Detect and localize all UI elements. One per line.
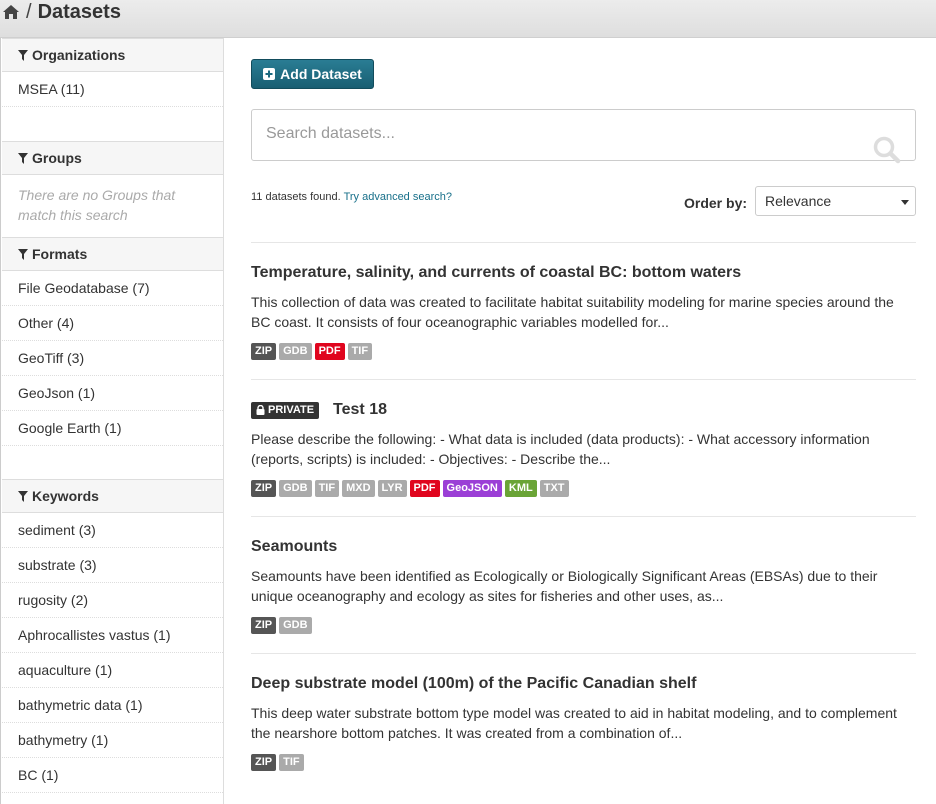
facet-title: Formats [32, 246, 88, 262]
lock-icon [256, 405, 265, 415]
facet-keywords: Keywords sediment (3) substrate (3) rugo… [2, 479, 223, 793]
dataset-item: Deep substrate model (100m) of the Pacif… [251, 653, 916, 790]
private-badge: PRIVATE [251, 401, 320, 419]
facet-groups: Groups There are no Groups that match th… [2, 141, 223, 237]
format-badge[interactable]: GDB [279, 480, 312, 497]
facet-item-aphrocallistes-vastus[interactable]: Aphrocallistes vastus (1) [2, 618, 223, 653]
dataset-title-row: Seamounts [251, 538, 337, 556]
dataset-title[interactable]: Temperature, salinity, and currents of c… [251, 264, 741, 282]
facet-item-other[interactable]: Other (4) [2, 306, 223, 341]
format-badge[interactable]: PDF [409, 480, 440, 497]
facet-item-geotiff[interactable]: GeoTiff (3) [2, 341, 223, 376]
dataset-title[interactable]: Seamounts [251, 538, 337, 556]
format-badge[interactable]: LYR [377, 480, 407, 497]
filter-icon [18, 49, 28, 61]
dataset-title-row: Deep substrate model (100m) of the Pacif… [251, 675, 696, 693]
search-input[interactable] [252, 110, 852, 158]
facet-item-aquaculture[interactable]: aquaculture (1) [2, 653, 223, 688]
facet-item-bathymetry[interactable]: bathymetry (1) [2, 723, 223, 758]
facet-heading: Organizations [2, 38, 223, 72]
page-title[interactable]: Datasets [38, 1, 121, 24]
format-badge[interactable]: TIF [347, 343, 373, 360]
facet-item-google-earth[interactable]: Google Earth (1) [2, 411, 223, 446]
facet-item-msea[interactable]: MSEA (11) [2, 72, 223, 107]
add-dataset-button[interactable]: Add Dataset [251, 59, 374, 89]
facet-item-bathymetric-data[interactable]: bathymetric data (1) [2, 688, 223, 723]
dataset-description: Please describe the following: - What da… [251, 431, 870, 467]
filter-icon [18, 152, 28, 164]
format-badge[interactable]: GDB [279, 617, 312, 634]
dataset-formats: ZIP GDB TIF MXD LYR PDF GeoJSON KML TXT [251, 480, 569, 497]
format-badge[interactable]: ZIP [251, 754, 277, 771]
dataset-item: PRIVATE Test 18 Please describe the foll… [251, 379, 916, 516]
add-dataset-label: Add Dataset [280, 66, 362, 82]
format-badge[interactable]: GDB [279, 343, 312, 360]
breadcrumb: / Datasets [2, 0, 121, 26]
format-badge[interactable]: ZIP [251, 480, 277, 497]
facet-title: Groups [32, 150, 82, 166]
dataset-title[interactable]: Test 18 [333, 401, 387, 419]
facet-sidebar: Organizations MSEA (11) Groups There are… [2, 38, 224, 804]
results-count: 11 datasets found. [251, 191, 341, 203]
search-box [251, 109, 916, 164]
facet-item-bc[interactable]: BC (1) [2, 758, 223, 793]
facet-title: Keywords [32, 488, 99, 504]
facet-title: Organizations [32, 47, 126, 63]
dataset-item: Temperature, salinity, and currents of c… [251, 242, 916, 379]
facet-item-rugosity[interactable]: rugosity (2) [2, 583, 223, 618]
results-summary: 11 datasets found. Try advanced search? [251, 191, 452, 203]
facet-heading: Keywords [2, 479, 223, 513]
format-badge[interactable]: ZIP [251, 617, 277, 634]
dataset-item: Seamounts Seamounts have been identified… [251, 516, 916, 653]
facet-item-file-geodatabase[interactable]: File Geodatabase (7) [2, 271, 223, 306]
facet-spacer [2, 107, 223, 141]
dataset-formats: ZIP TIF [251, 754, 304, 771]
facet-spacer [2, 446, 223, 479]
facet-organizations: Organizations MSEA (11) [2, 38, 223, 141]
order-by-select[interactable]: Relevance [755, 186, 916, 216]
main-content: Add Dataset 11 datasets found. Try advan… [224, 38, 936, 804]
private-label: PRIVATE [268, 404, 315, 416]
facet-formats: Formats File Geodatabase (7) Other (4) G… [2, 237, 223, 479]
breadcrumb-bar: / Datasets [0, 0, 936, 38]
facet-heading: Groups [2, 141, 223, 175]
facet-item-substrate[interactable]: substrate (3) [2, 548, 223, 583]
order-by-value: Relevance [765, 193, 832, 209]
dataset-description: Seamounts have been identified as Ecolog… [251, 568, 878, 604]
dataset-formats: ZIP GDB PDF TIF [251, 343, 373, 360]
format-badge[interactable]: ZIP [251, 343, 277, 360]
dataset-title[interactable]: Deep substrate model (100m) of the Pacif… [251, 675, 696, 693]
dataset-title-row: Temperature, salinity, and currents of c… [251, 264, 741, 282]
content-wrapper: Organizations MSEA (11) Groups There are… [0, 38, 936, 804]
format-badge[interactable]: GeoJSON [442, 480, 502, 497]
home-icon[interactable] [2, 3, 20, 21]
advanced-search-link[interactable]: Try advanced search? [344, 191, 452, 203]
facet-item-geojson[interactable]: GeoJson (1) [2, 376, 223, 411]
plus-square-icon [263, 68, 276, 80]
format-badge[interactable]: KML [504, 480, 537, 497]
caret-down-icon [901, 200, 909, 205]
filter-icon [18, 490, 28, 502]
filter-icon [18, 248, 28, 260]
dataset-formats: ZIP GDB [251, 617, 312, 634]
dataset-list: Temperature, salinity, and currents of c… [251, 242, 916, 790]
order-by-label: Order by: [684, 195, 748, 211]
facet-empty-message: There are no Groups that match this sear… [18, 187, 176, 223]
format-badge[interactable]: TIF [314, 480, 340, 497]
format-badge[interactable]: TIF [279, 754, 304, 771]
dataset-description: This collection of data was created to f… [251, 294, 894, 330]
format-badge[interactable]: PDF [314, 343, 345, 360]
format-badge[interactable]: MXD [342, 480, 375, 497]
search-icon[interactable] [873, 136, 901, 164]
facet-item-sediment[interactable]: sediment (3) [2, 513, 223, 548]
dataset-title-row: PRIVATE Test 18 [251, 401, 387, 419]
facet-heading: Formats [2, 237, 223, 271]
breadcrumb-separator: / [26, 0, 32, 23]
dataset-description: This deep water substrate bottom type mo… [251, 705, 897, 741]
format-badge[interactable]: TXT [539, 480, 569, 497]
